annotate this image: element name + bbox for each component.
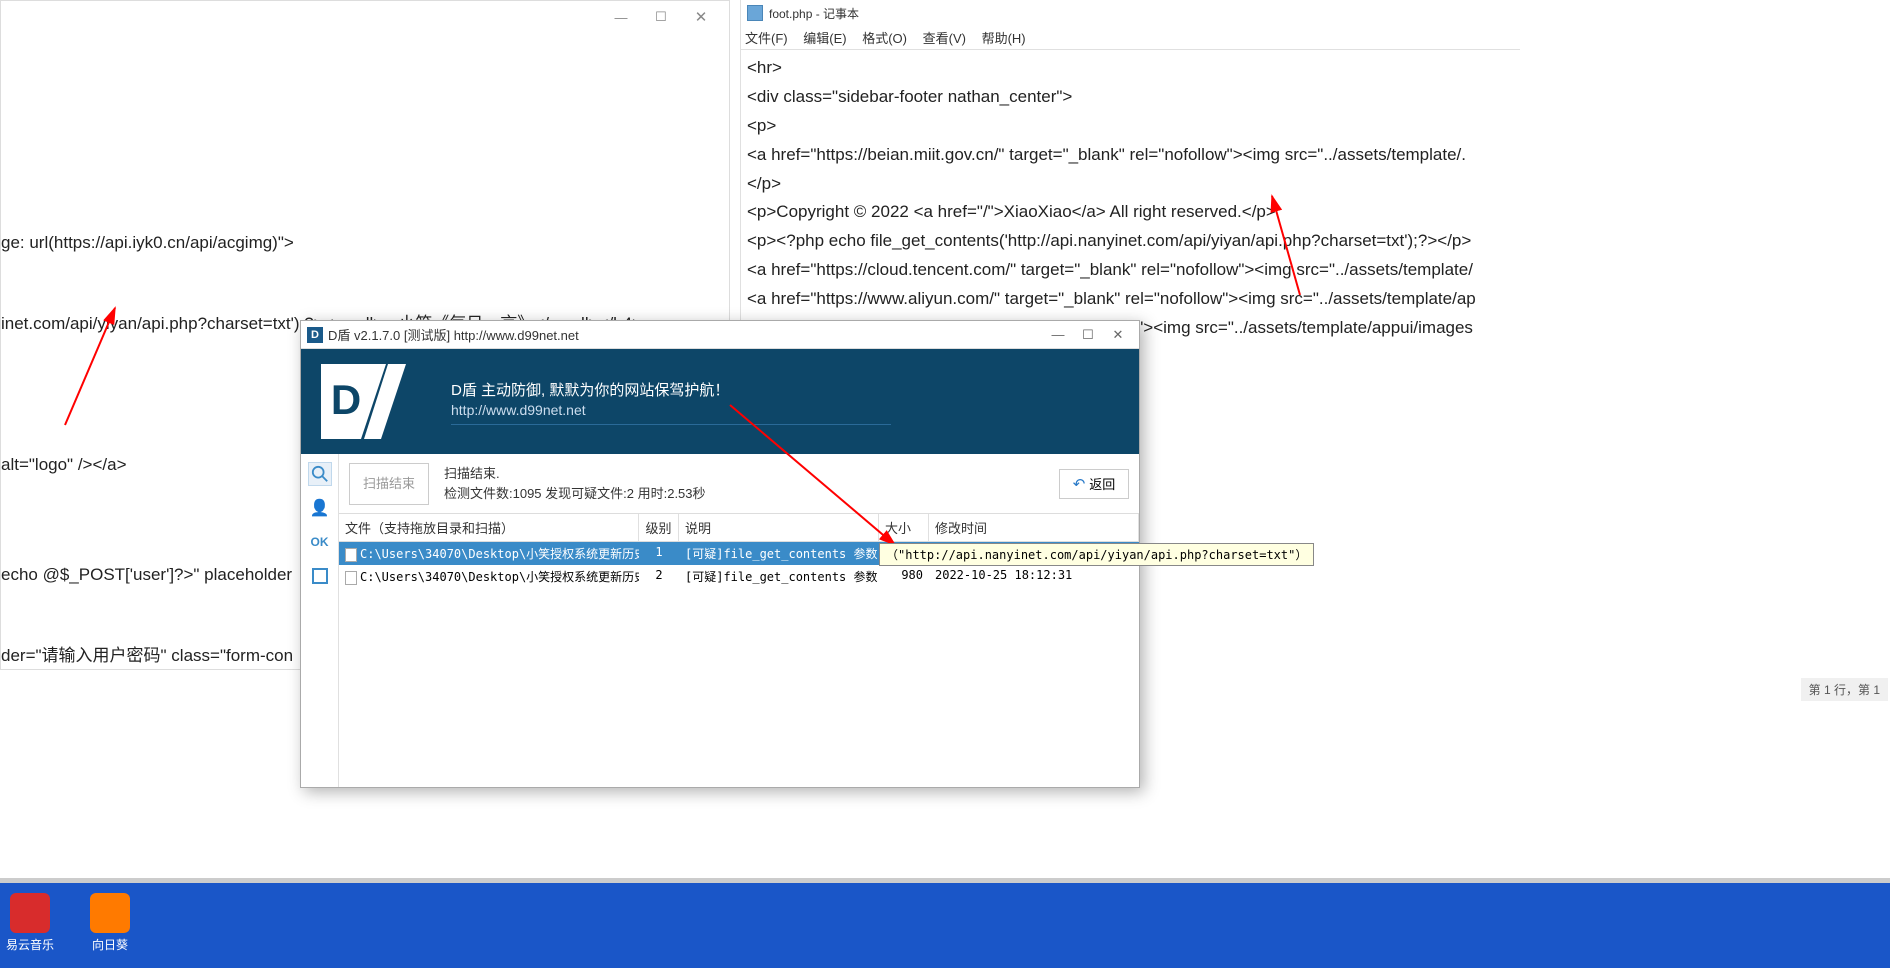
dshield-app-icon: D xyxy=(307,327,323,343)
scan-done-label: 扫描结束. xyxy=(444,464,1059,484)
dshield-window-controls: — ☐ ✕ xyxy=(1043,327,1133,343)
cell-desc: [可疑]file_get_contents 参数.. xyxy=(679,566,879,587)
file-icon xyxy=(345,548,357,562)
th-file[interactable]: 文件（支持拖放目录和扫描） xyxy=(339,514,639,541)
cell-file: C:\Users\34070\Desktop\小笑授权系统更新历史.. xyxy=(360,547,639,561)
np-line: <p><?php echo file_get_contents('http://… xyxy=(747,227,1514,256)
th-size[interactable]: 大小 xyxy=(879,514,929,541)
cell-time: 2022-10-25 18:12:31 xyxy=(929,566,1139,587)
scan-end-button[interactable]: 扫描结束 xyxy=(349,463,429,505)
taskbar-item-sunflower[interactable]: 向日葵 xyxy=(80,893,140,953)
taskbar-icons: 易云音乐 向日葵 xyxy=(0,883,1890,953)
scan-stats-label: 检测文件数:1095 发现可疑文件:2 用时:2.53秒 xyxy=(444,484,1059,504)
ok-icon[interactable]: OK xyxy=(308,530,332,554)
user-icon[interactable]: 👤 xyxy=(308,496,332,520)
cell-size: 980 xyxy=(879,566,929,587)
file-icon xyxy=(345,571,357,585)
np-line: <a href="https://cloud.tencent.com/" tar… xyxy=(747,256,1514,285)
np-line: <div class="sidebar-footer nathan_center… xyxy=(747,83,1514,112)
th-level[interactable]: 级别 xyxy=(639,514,679,541)
notepad-title: foot.php - 记事本 xyxy=(769,5,859,22)
menu-format[interactable]: 格式(O) xyxy=(862,31,907,46)
np-line: <a href="https://beian.miit.gov.cn/" tar… xyxy=(747,141,1514,170)
banner-title: D盾 主动防御, 默默为你的网站保驾护航！ xyxy=(451,379,1129,400)
left-titlebar: — ☐ ✕ xyxy=(1,1,729,33)
taskbar-label: 易云音乐 xyxy=(0,936,60,953)
minimize-button[interactable]: — xyxy=(1043,327,1073,343)
np-line: <hr> xyxy=(747,54,1514,83)
th-desc[interactable]: 说明 xyxy=(679,514,879,541)
close-button[interactable]: ✕ xyxy=(681,3,721,31)
taskbar: 易云音乐 向日葵 xyxy=(0,878,1890,968)
tooltip: （"http://api.nanyinet.com/api/yiyan/api.… xyxy=(879,543,1314,566)
search-icon[interactable] xyxy=(308,462,332,486)
square-icon[interactable] xyxy=(308,564,332,588)
dshield-sidebar: 👤 OK xyxy=(301,454,339,787)
dshield-content: 扫描结束 扫描结束. 检测文件数:1095 发现可疑文件:2 用时:2.53秒 … xyxy=(339,454,1139,787)
menu-help[interactable]: 帮助(H) xyxy=(982,31,1026,46)
back-button[interactable]: ↶返回 xyxy=(1059,469,1129,499)
cell-level: 1 xyxy=(639,543,679,564)
dshield-main: 👤 OK 扫描结束 扫描结束. 检测文件数:1095 发现可疑文件:2 用时:2… xyxy=(301,454,1139,787)
back-arrow-icon: ↶ xyxy=(1073,475,1086,493)
np-line: </p> xyxy=(747,170,1514,199)
minimize-button[interactable]: — xyxy=(601,3,641,31)
taskbar-item-music[interactable]: 易云音乐 xyxy=(0,893,60,953)
notepad-statusbar: 第 1 行，第 1 xyxy=(1801,678,1888,701)
table-row[interactable]: C:\Users\34070\Desktop\小笑授权系统更新历史.. 2 [可… xyxy=(339,565,1139,588)
scan-status: 扫描结束. 检测文件数:1095 发现可疑文件:2 用时:2.53秒 xyxy=(444,464,1059,503)
menu-edit[interactable]: 编辑(E) xyxy=(803,31,846,46)
dshield-logo-icon: D xyxy=(311,357,441,447)
menu-file[interactable]: 文件(F) xyxy=(745,31,788,46)
cell-desc: [可疑]file_get_contents 参数 : xyxy=(679,543,879,564)
np-line: <a href="https://www.aliyun.com/" target… xyxy=(747,285,1514,314)
back-label: 返回 xyxy=(1089,474,1115,493)
maximize-button[interactable]: ☐ xyxy=(1073,327,1103,343)
notepad-titlebar: foot.php - 记事本 xyxy=(741,0,1520,26)
banner-url: http://www.d99net.net xyxy=(451,402,891,425)
dshield-topbar: 扫描结束 扫描结束. 检测文件数:1095 发现可疑文件:2 用时:2.53秒 … xyxy=(339,454,1139,514)
maximize-button[interactable]: ☐ xyxy=(641,3,681,31)
taskbar-label: 向日葵 xyxy=(80,936,140,953)
music-app-icon xyxy=(10,893,50,933)
table-header: 文件（支持拖放目录和扫描） 级别 说明 大小 修改时间 xyxy=(339,514,1139,542)
dshield-title: D盾 v2.1.7.0 [测试版] http://www.d99net.net xyxy=(328,325,579,344)
np-line: <p> xyxy=(747,112,1514,141)
np-line: <p>Copyright © 2022 <a href="/">XiaoXiao… xyxy=(747,198,1514,227)
code-line: ge: url(https://api.iyk0.cn/api/acgimg)"… xyxy=(1,223,729,264)
cell-level: 2 xyxy=(639,566,679,587)
svg-text:D: D xyxy=(331,376,361,423)
notepad-menubar: 文件(F) 编辑(E) 格式(O) 查看(V) 帮助(H) xyxy=(741,26,1520,50)
dshield-titlebar: D D盾 v2.1.7.0 [测试版] http://www.d99net.ne… xyxy=(301,321,1139,349)
close-button[interactable]: ✕ xyxy=(1103,327,1133,343)
menu-view[interactable]: 查看(V) xyxy=(923,31,966,46)
th-time[interactable]: 修改时间 xyxy=(929,514,1139,541)
dshield-banner-text: D盾 主动防御, 默默为你的网站保驾护航！ http://www.d99net.… xyxy=(441,379,1129,425)
sunflower-app-icon xyxy=(90,893,130,933)
cell-file: C:\Users\34070\Desktop\小笑授权系统更新历史.. xyxy=(360,570,639,584)
dshield-banner: D D盾 主动防御, 默默为你的网站保驾护航！ http://www.d99ne… xyxy=(301,349,1139,454)
notepad-icon xyxy=(747,5,763,21)
